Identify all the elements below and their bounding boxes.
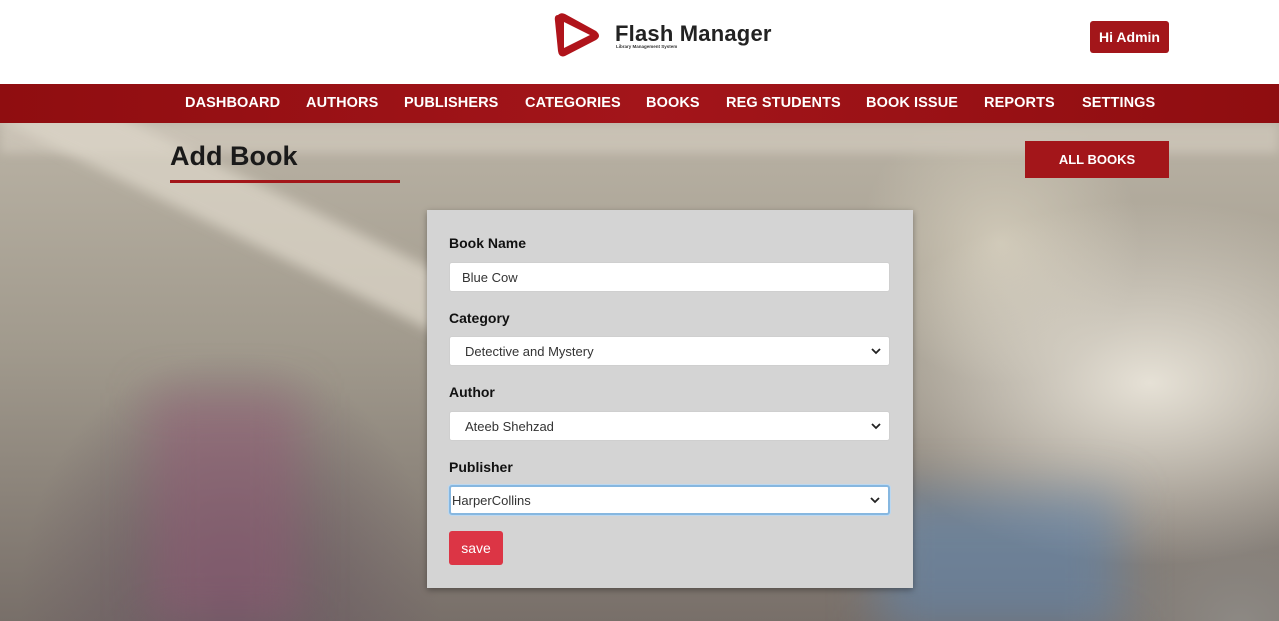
publisher-label: Publisher <box>449 459 513 475</box>
publisher-select[interactable]: HarperCollins <box>449 485 890 515</box>
chevron-down-icon <box>871 348 881 355</box>
publisher-value: HarperCollins <box>452 492 531 508</box>
book-name-value: Blue Cow <box>462 269 518 285</box>
author-label: Author <box>449 384 495 400</box>
user-menu-button[interactable]: Hi Admin <box>1090 21 1169 53</box>
title-underline <box>170 180 400 183</box>
header: Flash Manager Library Management System … <box>0 0 1279 84</box>
nav-item-categories[interactable]: CATEGORIES <box>525 95 621 111</box>
author-value: Ateeb Shehzad <box>465 418 554 434</box>
nav-item-books[interactable]: BOOKS <box>646 95 700 111</box>
category-label: Category <box>449 310 510 326</box>
nav-item-publishers[interactable]: PUBLISHERS <box>404 95 498 111</box>
nav-item-reports[interactable]: REPORTS <box>984 95 1055 111</box>
brand-subtitle: Library Management System <box>616 44 678 49</box>
main-nav: DASHBOARD AUTHORS PUBLISHERS CATEGORIES … <box>0 84 1279 123</box>
nav-item-authors[interactable]: AUTHORS <box>306 95 378 111</box>
category-value: Detective and Mystery <box>465 343 594 359</box>
nav-item-book-issue[interactable]: BOOK ISSUE <box>866 95 958 111</box>
nav-item-settings[interactable]: SETTINGS <box>1082 95 1155 111</box>
logo[interactable]: Flash Manager Library Management System <box>552 11 782 61</box>
nav-item-reg-students[interactable]: REG STUDENTS <box>726 95 841 111</box>
play-logo-icon <box>554 13 599 57</box>
add-book-form: Book Name Blue Cow Category Detective an… <box>427 210 913 588</box>
chevron-down-icon <box>870 497 880 504</box>
category-select[interactable]: Detective and Mystery <box>449 336 890 366</box>
book-name-label: Book Name <box>449 235 527 251</box>
all-books-button[interactable]: ALL BOOKS <box>1025 141 1169 178</box>
save-button[interactable]: save <box>449 531 503 565</box>
book-name-input[interactable]: Blue Cow <box>449 262 890 292</box>
author-select[interactable]: Ateeb Shehzad <box>449 411 890 441</box>
nav-item-dashboard[interactable]: DASHBOARD <box>185 95 280 111</box>
page-title: Add Book <box>170 141 298 171</box>
chevron-down-icon <box>871 423 881 430</box>
